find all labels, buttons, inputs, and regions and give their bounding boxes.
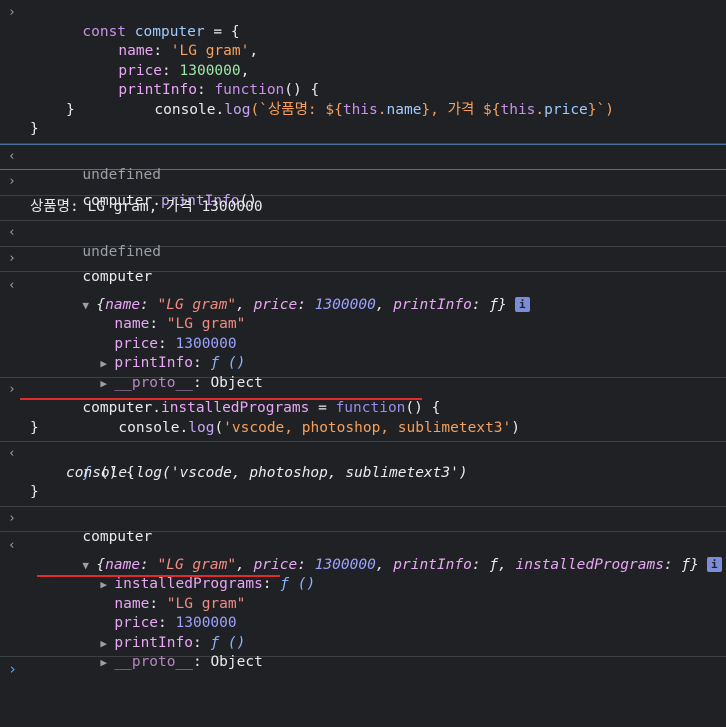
result-line: console.log('vscode, photoshop, sublimet… (66, 464, 468, 481)
console-entry-result: ‹ undefined (0, 221, 726, 260)
object-property: name: "LG gram" (114, 316, 246, 332)
object-property[interactable]: ▶ __proto__: Object (0, 634, 726, 670)
input-chevron-icon: › (8, 510, 16, 526)
code-line: › computer (8, 510, 153, 546)
object-summary[interactable]: ‹ ▼ {name: "LG gram", price: 1300000, prin… (0, 276, 726, 313)
output-chevron-icon: ‹ (8, 278, 16, 293)
object-summary[interactable]: ‹ ▼ {name: "LG gram", price: 1300000, prin… (0, 536, 726, 573)
object-property[interactable]: ▶ installedPrograms: ƒ () (0, 556, 726, 592)
output-chevron-icon: ‹ (8, 538, 16, 553)
console-entry-input: › computer.installedPrograms = function()… (0, 378, 726, 442)
console-entry-object: ‹ ▼ {name: "LG gram", price: 1300000, prin… (0, 272, 726, 391)
object-property[interactable]: ▶ printInfo: ƒ () (0, 335, 726, 371)
object-property[interactable]: ▶ printInfo: ƒ () (0, 614, 726, 651)
log-line: 상품명: LG gram, 가격 1300000 (30, 198, 263, 215)
code-line: price: 1300000, (118, 62, 250, 79)
console-prompt[interactable]: › (0, 657, 726, 681)
object-property: price: 1300000 (114, 615, 237, 631)
input-chevron-icon: › (8, 174, 16, 189)
output-chevron-icon: ‹ (8, 148, 16, 164)
input-chevron-icon: › (8, 5, 16, 20)
console-entry-input: › const computer = { name: 'LG gram', pri… (0, 0, 726, 144)
console-entry-log: 상품명: LG gram, 가격 1300000 (0, 196, 726, 221)
console-entry-object: ‹ ▼ {name: "LG gram", price: 1300000, prin… (0, 532, 726, 670)
result-line: } (30, 484, 39, 500)
code-line: console.log(`상품명: ${this.name}, 가격 ${thi… (154, 101, 614, 118)
output-chevron-icon: ‹ (8, 225, 16, 240)
code-line: printInfo: function() { (118, 82, 320, 98)
console-entry-result: ‹ ƒ () { console.log('vscode, photoshop, … (0, 442, 726, 507)
code-line: } (30, 121, 39, 137)
result-line: ‹ ƒ () { (8, 446, 135, 481)
code-line: › computer (8, 250, 153, 286)
code-line: › computer.installedPrograms = function()… (8, 381, 441, 417)
code-line: › const computer = { (8, 5, 240, 40)
result-line: ‹ undefined (8, 225, 161, 260)
console-entry-input: › computer (0, 507, 726, 546)
object-property: name: "LG gram" (114, 595, 246, 612)
devtools-console: › const computer = { name: 'LG gram', pri… (0, 0, 726, 681)
code-line: console.log('vscode, photoshop, sublimet… (118, 419, 520, 436)
code-line: } (30, 419, 39, 436)
code-line: } (66, 101, 75, 118)
input-chevron-icon: › (8, 381, 16, 397)
code-line: name: 'LG gram', (118, 43, 259, 59)
code-line: › computer.printInfo() (8, 174, 258, 209)
console-entry-input: › computer.printInfo() (0, 170, 726, 209)
result-line: ‹ undefined (8, 148, 161, 184)
console-entry-result: ‹ undefined (0, 143, 726, 184)
object-property[interactable]: ▶ __proto__: Object (0, 354, 726, 391)
output-chevron-icon: ‹ (8, 446, 16, 461)
object-property: price: 1300000 (114, 335, 237, 352)
prompt-chevron-icon: › (8, 660, 18, 678)
console-entry-input: › computer (0, 247, 726, 286)
input-chevron-icon: › (8, 250, 16, 266)
